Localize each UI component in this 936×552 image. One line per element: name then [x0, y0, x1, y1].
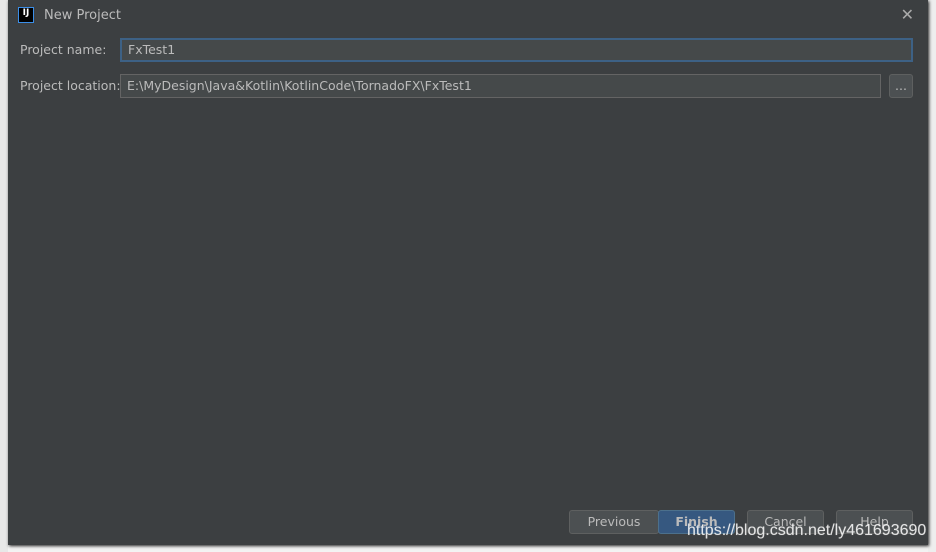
- browse-button[interactable]: ...: [889, 74, 913, 98]
- project-name-label: Project name:: [20, 42, 107, 57]
- project-location-input[interactable]: E:\MyDesign\Java&Kotlin\KotlinCode\Torna…: [120, 74, 881, 98]
- intellij-logo-icon: IJ: [18, 7, 34, 23]
- background-window-right: [928, 0, 936, 552]
- project-location-label: Project location:: [20, 78, 121, 93]
- close-icon[interactable]: ✕: [901, 5, 914, 24]
- previous-button[interactable]: Previous: [569, 510, 659, 534]
- dialog-title: New Project: [44, 7, 121, 23]
- watermark: https://blog.csdn.net/ly461693690: [687, 522, 927, 539]
- project-name-input[interactable]: FxTest1: [120, 38, 913, 62]
- background-window-left: [0, 0, 8, 552]
- title-bar: IJ New Project: [8, 0, 928, 30]
- new-project-dialog: IJ New Project ✕ Project name: FxTest1 P…: [8, 0, 928, 545]
